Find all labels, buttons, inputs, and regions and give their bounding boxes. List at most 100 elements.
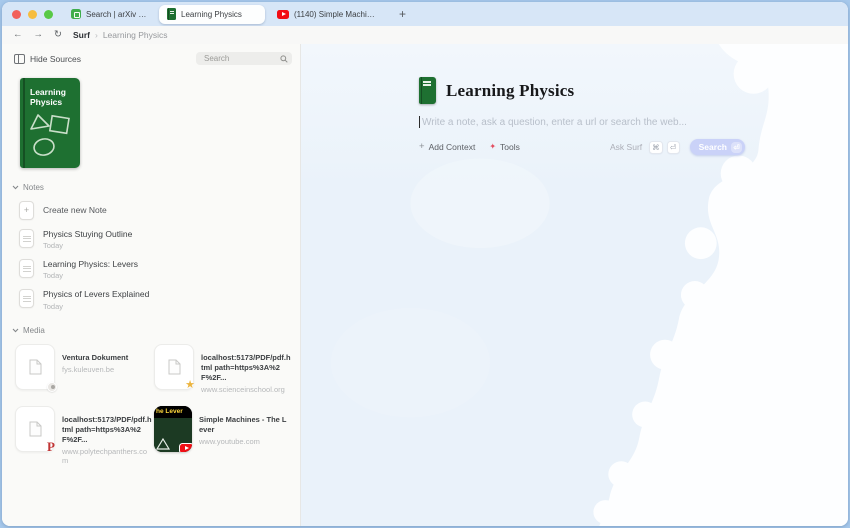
media-header-label: Media — [23, 325, 45, 335]
note-title: Physics Stuying Outline — [43, 229, 133, 239]
prompt-bar[interactable] — [419, 116, 745, 128]
zoom-button[interactable] — [44, 9, 53, 19]
sidebar-panel-icon — [14, 53, 25, 64]
note-document-icon — [19, 229, 34, 248]
back-button[interactable]: ← — [13, 30, 23, 40]
chevron-down-icon — [12, 185, 19, 190]
prompt-input[interactable] — [422, 116, 745, 128]
note-item[interactable]: Learning Physics: Levers Today — [19, 259, 300, 280]
youtube-favicon-icon — [277, 9, 289, 19]
media-grid: Ventura Dokument fys.kuleuven.be ★ local… — [15, 343, 300, 466]
document-icon — [29, 359, 41, 375]
breadcrumb: Surf › Learning Physics — [73, 30, 168, 40]
sparkle-icon: ✦ — [489, 142, 497, 151]
breadcrumb-separator: › — [94, 30, 98, 40]
tools-label: Tools — [500, 142, 520, 152]
forward-button[interactable]: → — [34, 30, 44, 40]
new-tab-button[interactable]: + — [395, 8, 410, 20]
tab-learning-physics[interactable]: Learning Physics — [159, 4, 265, 24]
sources-sidebar: Hide Sources Learning Physics — [2, 44, 301, 526]
return-key-icon: ⏎ — [666, 140, 680, 154]
media-section-header[interactable]: Media — [12, 326, 45, 335]
cmd-key-icon: ⌘ — [649, 140, 663, 154]
pdf-thumbnail: ★ — [154, 343, 195, 391]
media-title: Ventura Dokument — [62, 352, 129, 362]
plus-icon: + — [419, 141, 425, 153]
media-title: localhost:5173/PDF/pdf.html path=https%3… — [62, 414, 152, 445]
breadcrumb-page: Learning Physics — [102, 30, 168, 40]
page-title: Learning Physics — [446, 80, 575, 100]
refresh-button[interactable]: ↻ — [54, 30, 62, 40]
chalk-triangle-icon — [155, 437, 171, 450]
note-date: Today — [43, 301, 64, 311]
media-domain: www.youtube.com — [199, 437, 260, 447]
create-note-button[interactable]: + Create new Note — [19, 201, 300, 220]
media-domain: www.scienceinschool.org — [201, 384, 285, 394]
media-domain: www.polytechpanthers.com — [62, 447, 148, 466]
media-domain: fys.kuleuven.be — [62, 364, 115, 374]
breadcrumb-app[interactable]: Surf — [73, 30, 90, 40]
media-item-youtube-lever[interactable]: he Lever Simple Machines - The Lever www… — [154, 405, 300, 465]
favicon-badge-icon — [47, 381, 57, 392]
add-context-button[interactable]: + Add Context — [419, 142, 475, 152]
p-letter-badge-icon: P — [47, 438, 55, 454]
media-title: Simple Machines - The Lever — [199, 414, 287, 435]
book-favicon-icon — [167, 8, 176, 20]
minimize-button[interactable] — [28, 9, 37, 19]
note-date: Today — [43, 271, 64, 281]
hide-sources-button[interactable]: Hide Sources — [14, 53, 82, 64]
note-date: Today — [43, 241, 64, 251]
sidebar-search-input[interactable] — [202, 53, 277, 64]
media-title: localhost:5173/PDF/pdf.html path=https%3… — [201, 352, 291, 382]
traffic-lights — [12, 9, 53, 19]
video-thumb-text: he Lever — [154, 405, 192, 418]
search-button[interactable]: Search ⏎ — [689, 139, 745, 155]
tab-arxiv-search[interactable]: Search | arXiv e-print repo... — [63, 5, 155, 24]
search-icon — [280, 54, 288, 63]
media-item-polytechpanthers[interactable]: P localhost:5173/PDF/pdf.html path=https… — [15, 405, 154, 466]
star-badge-icon: ★ — [185, 378, 195, 391]
media-item-scienceinschool[interactable]: ★ localhost:5173/PDF/pdf.html path=https… — [154, 343, 300, 394]
page-title-row: Learning Physics — [419, 77, 745, 104]
main-content: Learning Physics + Add Context ✦ T — [301, 44, 848, 526]
search-button-label: Search — [698, 142, 727, 152]
add-context-label: Add Context — [428, 142, 476, 152]
document-icon — [168, 359, 180, 375]
navigation-bar: ← → ↻ Surf › Learning Physics — [2, 26, 848, 44]
video-thumbnail: he Lever — [154, 405, 192, 452]
sidebar-search-box[interactable] — [196, 52, 292, 65]
note-item[interactable]: Physics Stuying Outline Today — [19, 229, 300, 250]
tools-button[interactable]: ✦ Tools — [489, 142, 520, 152]
tab-label: Learning Physics — [181, 9, 242, 19]
book-cover-icon — [419, 77, 436, 104]
note-item[interactable]: Physics of Levers Explained Today — [19, 289, 300, 311]
chevron-down-icon — [12, 328, 19, 332]
close-button[interactable] — [12, 9, 21, 19]
arxiv-favicon-icon — [71, 9, 81, 19]
media-item-ventura[interactable]: Ventura Dokument fys.kuleuven.be — [15, 343, 154, 394]
note-document-icon — [19, 259, 34, 279]
tab-label: (1140) Simple Machines - T... — [294, 9, 379, 19]
pdf-thumbnail: P — [15, 405, 55, 454]
note-document-icon — [19, 289, 34, 309]
plus-icon: + — [19, 201, 34, 220]
youtube-play-badge-icon — [179, 442, 192, 452]
note-title: Physics of Levers Explained — [43, 289, 150, 300]
create-note-label: Create new Note — [43, 205, 107, 215]
chalk-shapes-icon — [30, 114, 70, 156]
pdf-thumbnail — [15, 343, 57, 392]
hide-sources-label: Hide Sources — [30, 53, 82, 64]
prompt-actions-row: + Add Context ✦ Tools Ask Surf ⌘ ⏎ Searc… — [419, 139, 745, 155]
source-book-title: Learning Physics — [30, 87, 66, 108]
notes-header-label: Notes — [23, 183, 44, 192]
document-icon — [29, 421, 41, 437]
tab-bar: Search | arXiv e-print repo... Learning … — [2, 2, 848, 26]
text-cursor — [419, 116, 420, 128]
tab-label: Search | arXiv e-print repo... — [86, 9, 147, 19]
return-key-icon: ⏎ — [731, 141, 742, 153]
source-book-cover[interactable]: Learning Physics — [20, 78, 80, 168]
note-title: Learning Physics: Levers — [43, 259, 138, 270]
notes-section-header[interactable]: Notes — [12, 183, 44, 192]
ask-surf-label[interactable]: Ask Surf — [610, 142, 642, 152]
tab-youtube-simple-machines[interactable]: (1140) Simple Machines - T... — [269, 5, 387, 24]
